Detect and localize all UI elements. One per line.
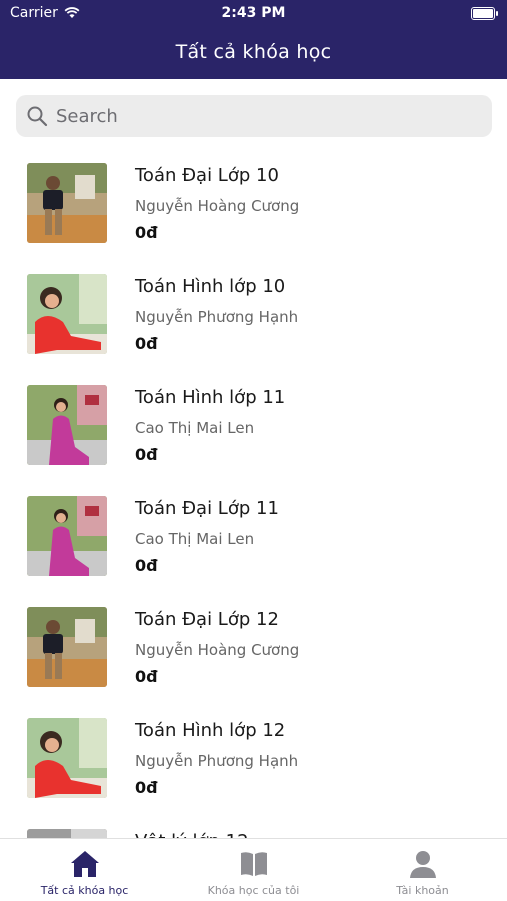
course-price: 0đ (135, 223, 158, 242)
app-header: Carrier 2:43 PM Tất cả khóa học (0, 0, 507, 79)
course-thumbnail (27, 829, 107, 838)
page-title: Tất cả khóa học (175, 41, 332, 63)
tab-label: Khóa học của tôi (207, 884, 300, 897)
tab-label: Tất cả khóa học (40, 884, 129, 897)
course-name: Toán Hình lớp 12 (135, 720, 286, 741)
course-price: 0đ (135, 556, 158, 575)
search-input[interactable] (54, 104, 458, 128)
course-item[interactable]: Toán Đại Lớp 12 Nguyễn Hoàng Cương 0đ (0, 594, 507, 705)
course-price: 0đ (135, 667, 158, 686)
course-teacher: Nguyễn Phương Hạnh (135, 308, 299, 326)
course-name: Toán Hình lớp 11 (135, 387, 286, 408)
course-item[interactable]: Toán Đại Lớp 11 Cao Thị Mai Len 0đ (0, 483, 507, 594)
battery-icon (471, 7, 498, 20)
status-time: 2:43 PM (221, 5, 286, 21)
course-name: Toán Đại Lớp 12 (135, 609, 279, 630)
tab-bar: Tất cả khóa học Khóa học của tôi Tài kho… (0, 838, 507, 901)
search-bar[interactable] (16, 95, 492, 137)
course-item[interactable]: Toán Đại Lớp 10 Nguyễn Hoàng Cương 0đ (0, 150, 507, 261)
home-icon (71, 851, 99, 877)
book-icon (241, 852, 267, 876)
status-bar: Carrier 2:43 PM (0, 0, 507, 28)
course-name: Toán Đại Lớp 10 (135, 165, 279, 186)
course-item[interactable]: Toán Hình lớp 11 Cao Thị Mai Len 0đ (0, 372, 507, 483)
course-thumbnail (27, 163, 107, 243)
tab-account[interactable]: Tài khoản (338, 839, 507, 901)
course-teacher: Cao Thị Mai Len (135, 530, 255, 548)
course-name: Toán Đại Lớp 11 (135, 498, 279, 519)
course-thumbnail (27, 385, 107, 465)
search-icon (27, 106, 48, 127)
course-price: 0đ (135, 445, 158, 464)
course-price: 0đ (135, 778, 158, 797)
course-name: Toán Hình lớp 10 (135, 276, 286, 297)
tab-label: Tài khoản (396, 884, 449, 897)
course-list: Toán Đại Lớp 10 Nguyễn Hoàng Cương 0đ Toán … (0, 150, 507, 838)
tab-my-courses[interactable]: Khóa học của tôi (169, 839, 338, 901)
course-teacher: Cao Thị Mai Len (135, 419, 255, 437)
course-teacher: Nguyễn Phương Hạnh (135, 752, 299, 770)
course-thumbnail (27, 718, 107, 798)
course-item[interactable]: Vật lý lớp 12 (0, 816, 507, 838)
course-teacher: Nguyễn Hoàng Cương (135, 641, 300, 659)
course-thumbnail (27, 607, 107, 687)
course-price: 0đ (135, 334, 158, 353)
course-thumbnail (27, 274, 107, 354)
course-thumbnail (27, 496, 107, 576)
course-item[interactable]: Toán Hình lớp 10 Nguyễn Phương Hạnh 0đ (0, 261, 507, 372)
course-name: Vật lý lớp 12 (135, 831, 249, 838)
course-teacher: Nguyễn Hoàng Cương (135, 197, 300, 215)
tab-all-courses[interactable]: Tất cả khóa học (0, 839, 169, 901)
person-icon (410, 851, 436, 878)
course-item[interactable]: Toán Hình lớp 12 Nguyễn Phương Hạnh 0đ (0, 705, 507, 816)
